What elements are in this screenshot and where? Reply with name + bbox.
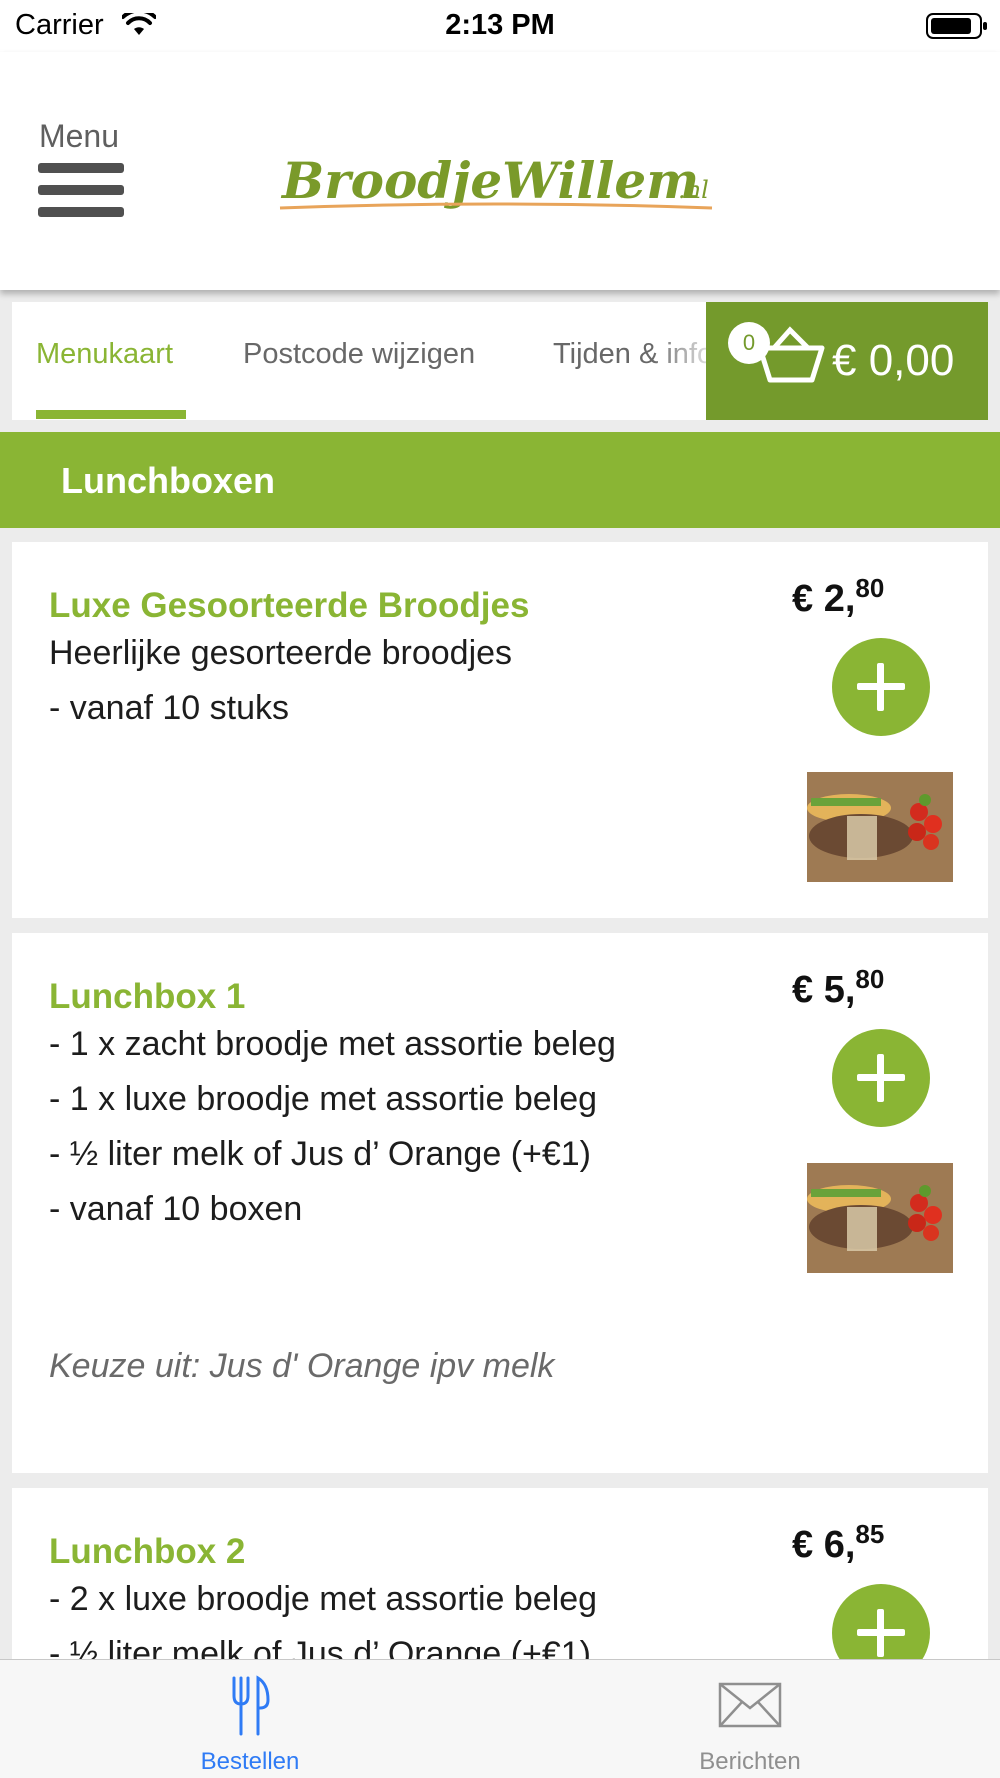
description-line: - 1 x luxe broodje met assortie beleg: [49, 1080, 598, 1118]
add-to-cart-button[interactable]: [832, 638, 930, 736]
tab-postcode-wijzigen[interactable]: Postcode wijzigen: [243, 338, 475, 371]
tab-berichten[interactable]: Berichten: [500, 1660, 1000, 1778]
product-image[interactable]: [807, 1163, 953, 1273]
brand-logo: BroodjeWillem .nl: [279, 151, 713, 210]
description-line: Heerlijke gesorteerde broodjes: [49, 634, 513, 672]
cart-button[interactable]: 0 € 0,00: [706, 302, 988, 420]
add-to-cart-button[interactable]: [832, 1029, 930, 1127]
cart-count-badge: 0: [728, 322, 770, 364]
active-tab-indicator: [36, 410, 186, 419]
product-title[interactable]: Lunchbox 1: [49, 977, 245, 1017]
battery-icon: [926, 13, 987, 39]
tab-menukaart[interactable]: Menukaart: [36, 338, 173, 371]
product-title[interactable]: Lunchbox 2: [49, 1532, 245, 1572]
description-line: - vanaf 10 boxen: [49, 1190, 303, 1228]
product-image[interactable]: [807, 772, 953, 882]
product-description: - 1 x zacht broodje met assortie beleg -…: [49, 1017, 639, 1237]
clock: 2:13 PM: [445, 9, 555, 41]
svg-text:BroodjeWillem: BroodjeWillem: [280, 151, 699, 210]
product-description: Heerlijke gesorteerde broodjes - vanaf 1…: [49, 626, 639, 736]
product-price: € 2,80: [792, 573, 885, 620]
product-card: Lunchbox 2 - 2 x luxe broodje met assort…: [12, 1488, 988, 1688]
section-title: Lunchboxen: [61, 460, 275, 501]
tab-label: Bestellen: [200, 1748, 300, 1775]
product-card: Luxe Gesoorteerde Broodjes Heerlijke ges…: [12, 542, 988, 918]
product-price: € 5,80: [792, 964, 885, 1011]
description-line: - 1 x zacht broodje met assortie beleg: [49, 1025, 616, 1063]
product-title[interactable]: Luxe Gesoorteerde Broodjes: [49, 586, 529, 626]
description-line: - ½ liter melk of Jus d’ Orange (+€1): [49, 1135, 592, 1173]
cart-total: € 0,00: [832, 336, 955, 385]
app-header: Menu BroodjeWillem .nl: [0, 52, 1000, 290]
product-price: € 6,85: [792, 1519, 885, 1566]
bottom-tab-bar: Bestellen Berichten: [0, 1659, 1000, 1778]
description-line: - vanaf 10 stuks: [49, 689, 290, 727]
tab-label: Berichten: [699, 1748, 801, 1775]
section-header: Lunchboxen: [0, 432, 1000, 528]
tab-bestellen[interactable]: Bestellen: [0, 1660, 500, 1778]
status-bar: Carrier 2:13 PM: [0, 0, 1000, 52]
envelope-icon: [718, 1682, 782, 1728]
svg-text:.nl: .nl: [678, 176, 709, 204]
menu-label: Menu: [38, 118, 120, 154]
menu-button[interactable]: Menu: [38, 118, 128, 228]
product-note: Keuze uit: Jus d' Orange ipv melk: [49, 1347, 555, 1385]
fork-knife-icon: [232, 1675, 270, 1736]
description-line: - 2 x luxe broodje met assortie beleg: [49, 1580, 598, 1618]
product-card: Lunchbox 1 - 1 x zacht broodje met assor…: [12, 933, 988, 1473]
hamburger-icon: [38, 163, 128, 217]
